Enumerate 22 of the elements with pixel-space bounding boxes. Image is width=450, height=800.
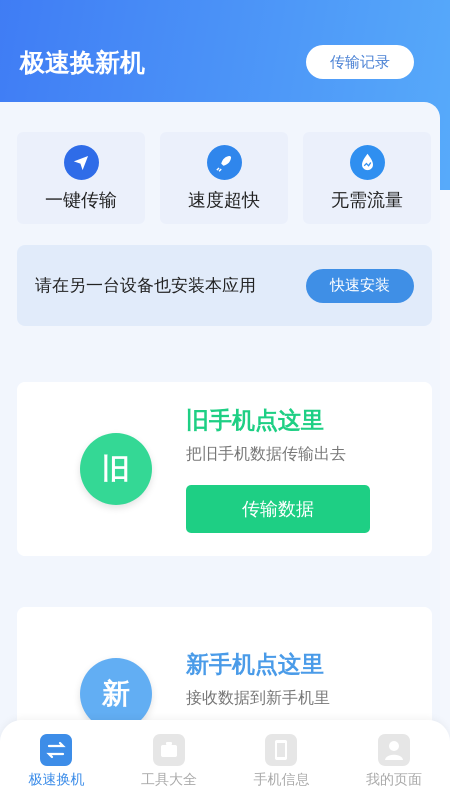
card-title: 新手机点这里 — [186, 650, 324, 680]
phone-icon — [265, 734, 298, 766]
paper-plane-icon — [64, 144, 98, 180]
card-subtitle: 把旧手机数据传输出去 — [186, 444, 346, 465]
install-prompt: 请在另一台设备也安装本应用 — [35, 275, 256, 297]
tab-item[interactable]: 手机信息 — [225, 720, 338, 800]
transfer-history-button[interactable]: 传输记录 — [306, 45, 414, 79]
feature-label: 一键传输 — [45, 188, 117, 212]
feature-label: 速度超快 — [188, 188, 260, 212]
card-subtitle: 接收数据到新手机里 — [186, 688, 330, 708]
rocket-icon — [206, 144, 242, 180]
card-title: 旧手机点这里 — [186, 407, 324, 436]
feature-label: 无需流量 — [331, 188, 403, 212]
water-drop-icon — [350, 144, 384, 180]
user-icon — [378, 734, 410, 766]
quick-install-button[interactable]: 快速安装 — [306, 268, 414, 302]
page-title: 极速换新机 — [20, 46, 145, 78]
briefcase-icon — [152, 734, 185, 766]
tab-item[interactable]: 我的页面 — [338, 720, 450, 800]
phone-badge: 旧 — [80, 433, 152, 505]
transfer-button[interactable]: 传输数据 — [186, 485, 370, 533]
swap-arrows-icon — [40, 734, 72, 766]
